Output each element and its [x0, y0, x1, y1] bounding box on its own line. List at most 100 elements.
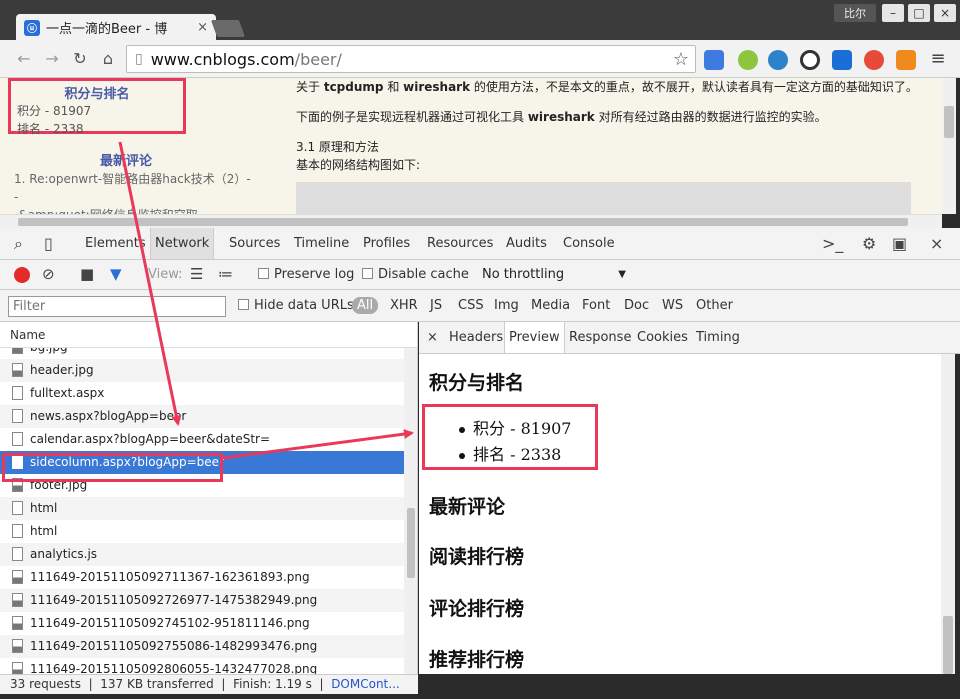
table-row[interactable]: header.jpg: [0, 359, 404, 382]
globe-extension-icon[interactable]: [768, 50, 788, 70]
close-window-button[interactable]: ×: [934, 4, 956, 22]
tab-cookies[interactable]: Cookies: [633, 322, 692, 353]
device-mode-icon[interactable]: ▯: [44, 234, 53, 253]
preview-scrollbar[interactable]: [941, 354, 955, 674]
translate-extension-icon[interactable]: [704, 50, 724, 70]
record-icon[interactable]: [14, 267, 30, 283]
capture-screenshots-icon[interactable]: ■: [80, 265, 94, 283]
filter-input[interactable]: [8, 296, 226, 317]
wallet-extension-icon[interactable]: [896, 50, 916, 70]
request-name: calendar.aspx?blogApp=beer&dateStr=: [30, 432, 271, 446]
tab-resources[interactable]: Resources: [423, 228, 497, 259]
page-vertical-scrollbar[interactable]: [942, 78, 956, 214]
request-name: news.aspx?blogApp=beer: [30, 409, 187, 423]
close-detail-icon[interactable]: ×: [423, 322, 442, 353]
filter-type-ws[interactable]: WS: [662, 298, 683, 313]
close-devtools-icon[interactable]: ×: [930, 234, 943, 253]
table-row[interactable]: analytics.js: [0, 543, 404, 566]
filter-type-xhr[interactable]: XHR: [390, 298, 418, 313]
inspect-icon[interactable]: ⌕: [14, 234, 23, 254]
filter-type-doc[interactable]: Doc: [624, 298, 649, 313]
request-name: 111649-20151105092806055-1432477028.png: [30, 662, 318, 674]
maximize-button[interactable]: □: [908, 4, 930, 22]
overview-icon[interactable]: ≔: [218, 265, 233, 283]
table-row[interactable]: bg.jpg: [0, 348, 404, 359]
tab-console[interactable]: Console: [559, 228, 619, 259]
clear-icon[interactable]: ⊘: [42, 265, 55, 283]
reload-icon[interactable]: ↻: [70, 49, 90, 69]
score-value: 积分 - 81907: [17, 104, 92, 118]
address-bar[interactable]: ▯ www.cnblogs.com/beer/ ☆: [126, 45, 696, 73]
request-name: analytics.js: [30, 547, 98, 561]
table-row[interactable]: news.aspx?blogApp=beer: [0, 405, 404, 428]
tab-audits[interactable]: Audits: [502, 228, 551, 259]
comment-line: -&amp;quot;网络信息监控和窃取&amp;quo: [14, 206, 254, 214]
page-horizontal-scrollbar[interactable]: [0, 214, 942, 228]
filter-type-font[interactable]: Font: [582, 298, 610, 313]
preview-heading-recommend-rank: 推荐排行榜: [429, 649, 525, 671]
filter-type-all[interactable]: All: [352, 297, 379, 314]
web-page-viewport: 积分与排名 积分 - 81907 排名 - 2338 最新评论 1. Re:op…: [0, 78, 942, 214]
image-file-icon: [12, 570, 23, 584]
preview-heading-read-rank: 阅读排行榜: [429, 546, 525, 568]
table-row[interactable]: 111649-20151105092755086-1482993476.png: [0, 635, 404, 658]
table-row[interactable]: html: [0, 520, 404, 543]
word-extension-icon[interactable]: [832, 50, 852, 70]
table-row[interactable]: html: [0, 497, 404, 520]
menu-icon[interactable]: ≡: [928, 49, 948, 69]
profile-button[interactable]: 比尔: [834, 4, 876, 22]
home-icon[interactable]: ⌂: [98, 49, 118, 69]
extension-icon[interactable]: [738, 50, 758, 70]
browser-tab[interactable]: ⓤ 一点一滴的Beer - 博 ×: [16, 14, 216, 41]
new-tab-button[interactable]: [210, 20, 246, 37]
bookmark-star-icon[interactable]: ☆: [673, 49, 689, 70]
table-row[interactable]: 111649-20151105092745102-951811146.png: [0, 612, 404, 635]
forward-icon[interactable]: →: [42, 49, 62, 69]
requests-scrollbar[interactable]: [404, 348, 417, 674]
sync-extension-icon[interactable]: [800, 50, 820, 70]
filter-type-img[interactable]: Img: [494, 298, 519, 313]
throttling-select[interactable]: No throttling ▼: [476, 265, 632, 285]
view-label: View:: [148, 267, 183, 282]
request-name: 111649-20151105092755086-1482993476.png: [30, 639, 318, 653]
filter-icon[interactable]: ▼: [110, 265, 122, 283]
request-detail-tabs: × Headers Preview Response Cookies Timin…: [419, 322, 960, 354]
table-row[interactable]: 111649-20151105092806055-1432477028.png: [0, 658, 404, 674]
large-rows-icon[interactable]: ☰: [190, 265, 203, 283]
disable-cache-checkbox[interactable]: Disable cache: [362, 267, 469, 282]
tab-timing[interactable]: Timing: [692, 322, 744, 353]
hide-data-urls-checkbox[interactable]: Hide data URLs: [238, 298, 354, 313]
table-row[interactable]: calendar.aspx?blogApp=beer&dateStr=: [0, 428, 404, 451]
filter-type-css[interactable]: CSS: [458, 298, 484, 313]
table-row[interactable]: fulltext.aspx: [0, 382, 404, 405]
table-row[interactable]: 111649-20151105092711367-162361893.png: [0, 566, 404, 589]
tab-profiles[interactable]: Profiles: [359, 228, 414, 259]
tab-response[interactable]: Response: [565, 322, 635, 353]
dom-content-loaded: DOMCont...: [331, 677, 400, 691]
tab-elements[interactable]: Elements: [81, 228, 150, 259]
table-row[interactable]: 111649-20151105092726977-1475382949.png: [0, 589, 404, 612]
filter-type-js[interactable]: JS: [430, 298, 442, 313]
image-file-icon: [12, 616, 23, 630]
minimize-button[interactable]: –: [882, 4, 904, 22]
filter-type-media[interactable]: Media: [531, 298, 570, 313]
preserve-log-checkbox[interactable]: Preserve log: [258, 267, 354, 282]
tab-timeline[interactable]: Timeline: [290, 228, 353, 259]
back-icon[interactable]: ←: [14, 49, 34, 69]
filter-type-other[interactable]: Other: [696, 298, 733, 313]
tab-headers[interactable]: Headers: [445, 322, 507, 353]
article-paragraph: 基本的网络结构图如下:: [296, 158, 421, 172]
recent-comment[interactable]: 1. Re:openwrt-智能路由器hack技术（2）-- -&amp;quo…: [14, 170, 254, 214]
settings-gear-icon[interactable]: ⚙: [862, 234, 876, 253]
score-rank-box: 积分与排名 积分 - 81907 排名 - 2338: [8, 78, 186, 136]
column-header-name[interactable]: Name: [0, 322, 417, 348]
request-name: 111649-20151105092745102-951811146.png: [30, 616, 310, 630]
console-drawer-icon[interactable]: >_: [822, 234, 843, 253]
tab-close-icon[interactable]: ×: [197, 20, 208, 35]
adblock-extension-icon[interactable]: [864, 50, 884, 70]
article-paragraph: 下面的例子是实现远程机器通过可视化工具 wireshark 对所有经过路由器的数…: [296, 110, 827, 124]
dock-side-icon[interactable]: ▣: [892, 234, 907, 253]
tab-network[interactable]: Network: [150, 228, 215, 259]
tab-sources[interactable]: Sources: [225, 228, 284, 259]
tab-preview[interactable]: Preview: [504, 322, 565, 353]
